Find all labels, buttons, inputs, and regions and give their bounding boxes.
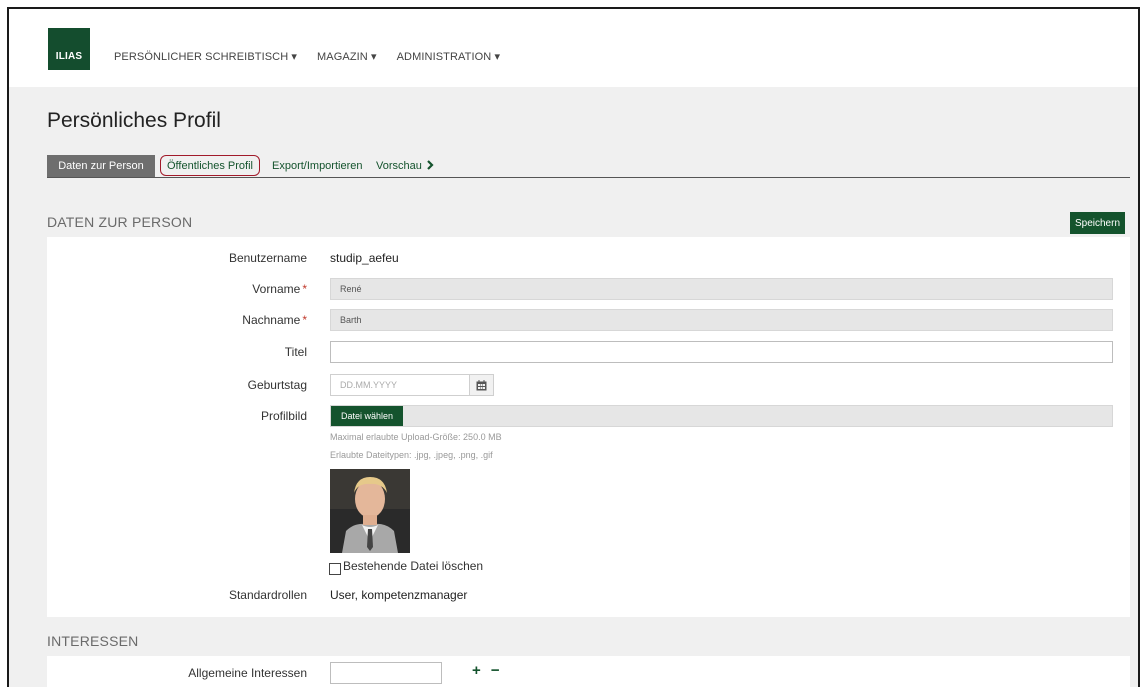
profile-tabs: Daten zur Person Öffentliches Profil Exp… (47, 155, 1130, 178)
section-title-daten-zur-person: DATEN ZUR PERSON (47, 214, 193, 230)
section-title-interessen: INTERESSEN (47, 633, 139, 649)
default-roles-value: User, kompetenzmanager (330, 588, 468, 602)
title-label: Titel (284, 345, 307, 359)
tab-vorschau-label: Vorschau (376, 160, 422, 172)
lastname-label: Nachname * (47, 313, 307, 327)
nav-administration[interactable]: ADMINISTRATION ▾ (397, 50, 500, 63)
nav-magazin[interactable]: MAGAZIN ▾ (317, 50, 377, 63)
default-roles-label: Standardrollen (228, 588, 307, 602)
page-title: Persönliches Profil (47, 109, 221, 132)
firstname-field[interactable]: René (330, 278, 1113, 300)
main-content: Persönliches Profil Daten zur Person Öff… (9, 87, 1138, 687)
profile-picture-label: Profilbild (260, 409, 307, 423)
browser-frame: ILIAS PERSÖNLICHER SCHREIBTISCH ▾ MAGAZI… (7, 7, 1140, 687)
ilias-logo[interactable]: ILIAS (48, 28, 90, 70)
firstname-label-text: Vorname (252, 282, 301, 296)
delete-file-option: Bestehende Datei löschen (329, 557, 483, 575)
username-value: studip_aefeu (330, 251, 399, 265)
file-upload-row: Datei wählen (330, 405, 1113, 427)
birthday-input[interactable]: DD.MM.YYYY (330, 374, 470, 396)
required-marker: * (302, 282, 307, 296)
person-data-panel: Benutzername studip_aefeu Vorname * René … (47, 237, 1130, 617)
firstname-label: Vorname * (47, 282, 307, 296)
max-upload-hint: Maximal erlaubte Upload-Größe: 250.0 MB (330, 432, 502, 442)
general-interests-input[interactable] (330, 662, 442, 684)
choose-file-button[interactable]: Datei wählen (331, 406, 403, 426)
tab-vorschau[interactable]: Vorschau (376, 155, 434, 177)
save-button[interactable]: Speichern (1070, 212, 1125, 234)
chevron-right-icon (427, 159, 434, 173)
profile-photo (330, 469, 410, 553)
required-marker: * (302, 313, 307, 327)
tab-oeffentliches-profil[interactable]: Öffentliches Profil (160, 155, 260, 176)
add-remove-controls[interactable]: + − (472, 662, 503, 679)
title-input[interactable] (330, 341, 1113, 363)
nav-persoenlicher-schreibtisch[interactable]: PERSÖNLICHER SCHREIBTISCH ▾ (114, 50, 297, 63)
file-types-hint: Erlaubte Dateitypen: .jpg, .jpeg, .png, … (330, 450, 493, 460)
main-navigation: PERSÖNLICHER SCHREIBTISCH ▾ MAGAZIN ▾ AD… (114, 50, 500, 63)
calendar-icon[interactable] (470, 374, 494, 396)
tab-export-importieren[interactable]: Export/Importieren (272, 155, 362, 177)
lastname-label-text: Nachname (242, 313, 301, 327)
lastname-field[interactable]: Barth (330, 309, 1113, 331)
username-label: Benutzername (228, 251, 307, 265)
top-bar: ILIAS PERSÖNLICHER SCHREIBTISCH ▾ MAGAZI… (9, 9, 1138, 87)
tab-daten-zur-person[interactable]: Daten zur Person (47, 155, 155, 177)
delete-file-checkbox[interactable] (329, 563, 341, 575)
delete-file-label[interactable]: Bestehende Datei löschen (343, 559, 483, 573)
birthday-label: Geburtstag (247, 378, 307, 392)
general-interests-label: Allgemeine Interessen (188, 666, 307, 680)
interests-panel: Allgemeine Interessen + − (47, 656, 1130, 687)
